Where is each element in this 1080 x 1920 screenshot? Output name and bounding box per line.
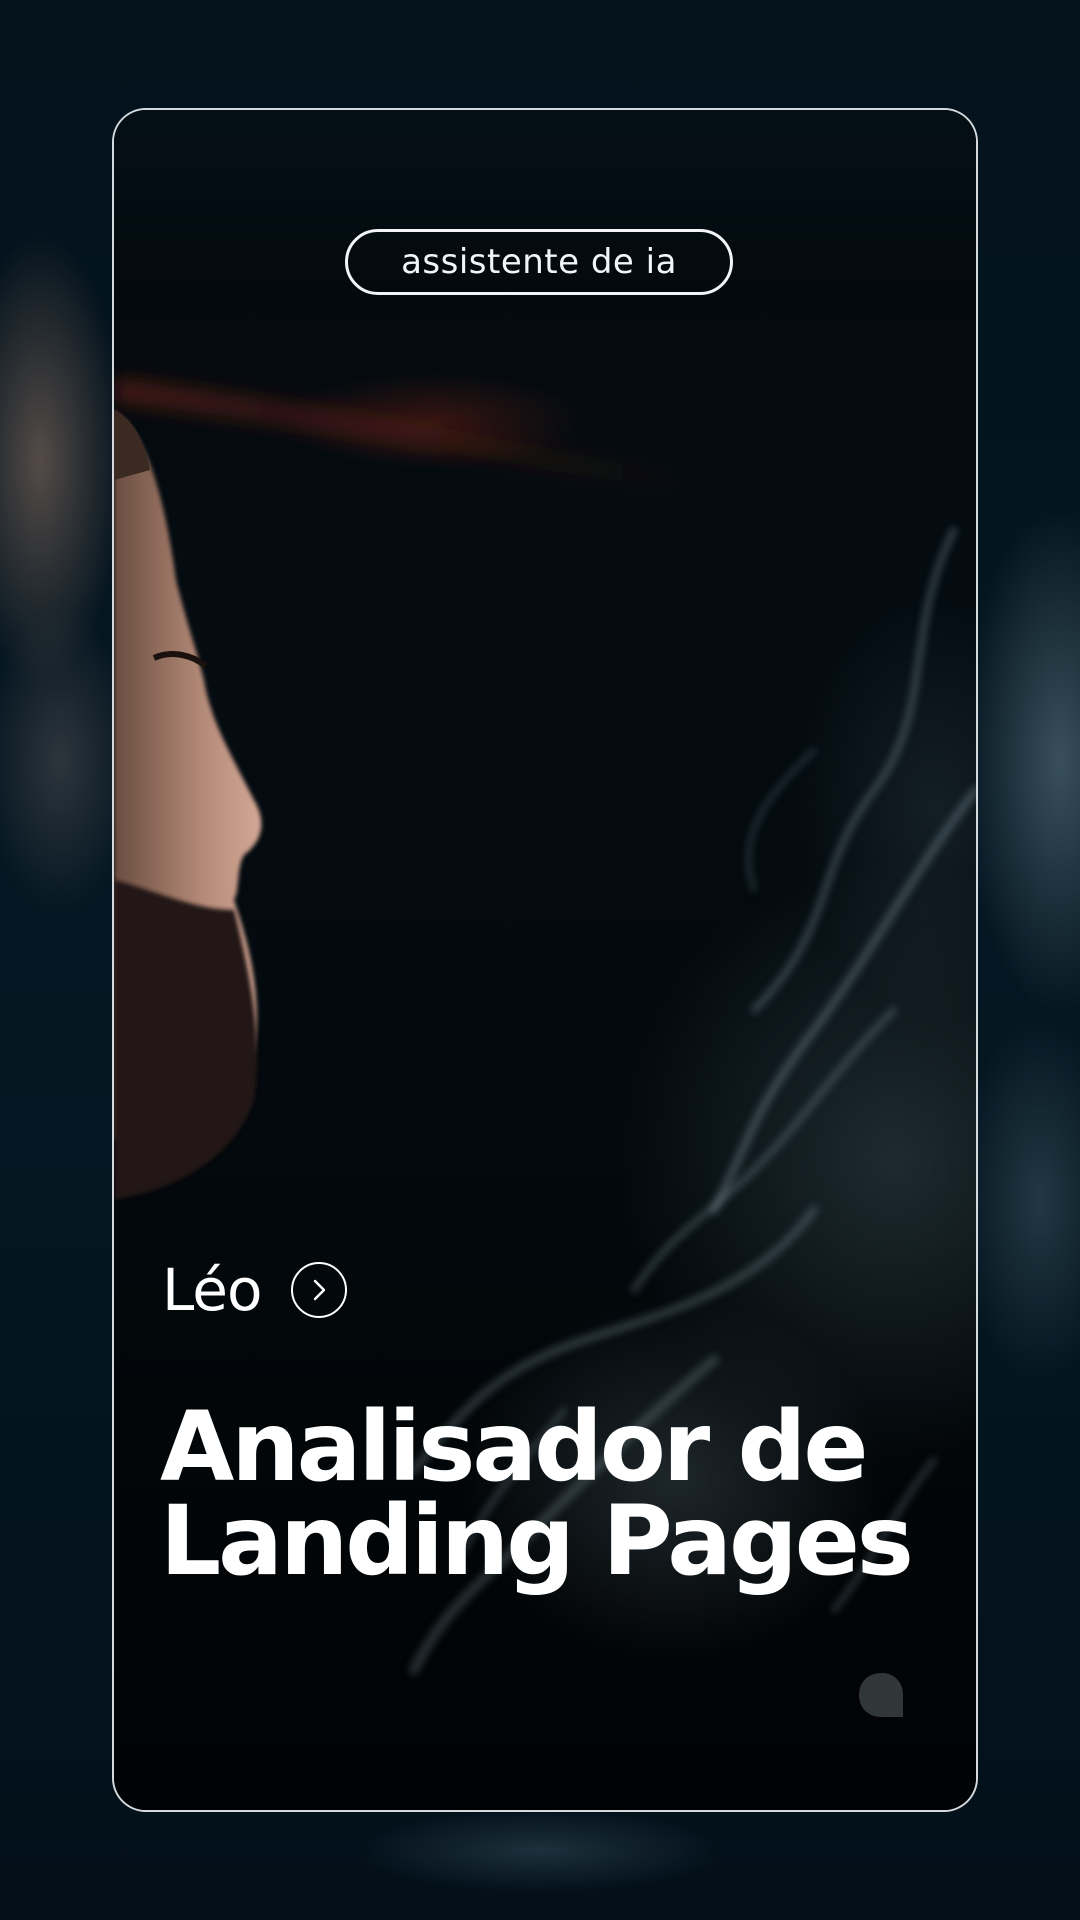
story-card[interactable]: assistente de ia Léo Analisador de Landi… [112, 108, 978, 1812]
author-name: Léo [162, 1256, 262, 1324]
chat-bubble-icon[interactable] [856, 1670, 908, 1722]
category-badge[interactable]: assistente de ia [345, 229, 733, 295]
title-line-2: Landing Pages [160, 1485, 914, 1597]
category-badge-label: assistente de ia [401, 242, 677, 282]
page-title: Analisador de Landing Pages [160, 1391, 940, 1597]
title-line-1: Analisador de [160, 1391, 868, 1503]
author-link[interactable]: Léo [162, 1250, 348, 1330]
chevron-right-icon[interactable] [291, 1262, 348, 1318]
